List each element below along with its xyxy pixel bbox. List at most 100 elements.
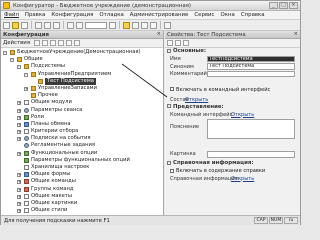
tree-item[interactable]: - Общие xyxy=(1,56,163,63)
help-icon[interactable] xyxy=(183,40,189,46)
expand-icon[interactable]: + xyxy=(17,187,21,192)
tree-item[interactable]: + Подписки на события xyxy=(1,135,163,142)
help-include-checkbox[interactable] xyxy=(170,168,174,173)
tree-item[interactable]: + Планы обмена xyxy=(1,121,163,128)
copy-icon[interactable] xyxy=(44,21,51,29)
menu-debug[interactable]: Отладка xyxy=(96,12,126,18)
help-open-link[interactable]: Открыть xyxy=(231,176,254,182)
tree-item[interactable]: Тест Подсистема xyxy=(1,78,163,85)
close-icon[interactable]: × xyxy=(156,31,161,37)
explanation-field[interactable] xyxy=(207,119,295,139)
menu-administration[interactable]: Администрирование xyxy=(127,12,192,18)
tree-item[interactable]: Хранилища настроек xyxy=(1,164,163,171)
collapse-icon[interactable]: - xyxy=(10,58,14,63)
expand-icon[interactable]: + xyxy=(17,180,21,185)
tree-item[interactable]: Регламентные задания xyxy=(1,142,163,149)
menu-file[interactable]: Файл xyxy=(1,12,22,18)
collapse-icon[interactable]: - xyxy=(24,72,28,77)
expand-icon[interactable]: + xyxy=(17,137,21,142)
expand-icon[interactable]: + xyxy=(17,194,21,199)
tree-item[interactable]: + Общие картинки xyxy=(1,200,163,207)
menu-configuration[interactable]: Конфигурация xyxy=(48,12,96,18)
tree-item[interactable]: + Параметры сеанса xyxy=(1,107,163,114)
expand-icon[interactable]: + xyxy=(17,122,21,127)
section-view[interactable]: Представление: xyxy=(165,104,300,111)
help-icon[interactable] xyxy=(164,21,171,29)
config-icon[interactable] xyxy=(123,21,130,29)
cmd-interface-open-link[interactable]: Открыть xyxy=(231,112,254,118)
tree-item-label: Общие модули xyxy=(31,99,72,106)
collapse-icon[interactable] xyxy=(167,160,171,165)
delete-icon[interactable] xyxy=(50,40,57,46)
prop-name-row: Имя ТестПодсистема xyxy=(165,55,300,63)
move-down-icon[interactable] xyxy=(66,40,73,46)
update-icon[interactable] xyxy=(132,21,139,29)
save-icon[interactable] xyxy=(21,21,28,29)
expand-icon[interactable]: + xyxy=(17,151,21,156)
tree-item[interactable]: + Общие команды xyxy=(1,178,163,185)
close-icon[interactable]: × xyxy=(293,31,298,37)
expand-icon[interactable]: + xyxy=(24,86,28,91)
tree-item[interactable]: + Общие формы xyxy=(1,171,163,178)
search-select[interactable] xyxy=(85,21,107,29)
tree-item[interactable]: + УправлениеЗапасами xyxy=(1,85,163,92)
tree-item[interactable]: - УправлениеПредприятием xyxy=(1,71,163,78)
prop-synonym-field[interactable]: Тест Подсистема xyxy=(207,63,295,70)
expand-icon[interactable]: + xyxy=(17,101,21,106)
actions-menu[interactable]: Действия xyxy=(3,40,30,46)
menu-edit[interactable]: Правка xyxy=(22,12,49,18)
tree-item[interactable]: - БюджетноеУчреждение(Демонстрационная) xyxy=(1,49,163,56)
tree-item[interactable]: + Общие модули xyxy=(1,99,163,106)
move-up-icon[interactable] xyxy=(58,40,65,46)
menu-bar: Файл Правка Конфигурация Отладка Админис… xyxy=(1,11,300,20)
sort-icon[interactable] xyxy=(167,40,173,46)
section-main[interactable]: Основные: xyxy=(165,48,300,55)
cut-icon[interactable] xyxy=(35,21,42,29)
debug-icon[interactable] xyxy=(150,21,157,29)
close-icon[interactable]: × xyxy=(289,2,298,9)
section-help[interactable]: Справочная информация: xyxy=(165,160,300,167)
edit-icon[interactable] xyxy=(42,40,49,46)
collapse-icon[interactable]: - xyxy=(3,51,7,55)
collapse-icon[interactable] xyxy=(167,48,171,53)
prop-comment-field[interactable] xyxy=(207,70,295,77)
open-icon[interactable] xyxy=(12,21,19,29)
tree-item[interactable]: + Функциональные опции xyxy=(1,150,163,157)
sort-icon[interactable] xyxy=(74,40,81,46)
menu-service[interactable]: Сервис xyxy=(191,12,217,18)
tree-item[interactable]: + Роли xyxy=(1,114,163,121)
expand-icon[interactable]: + xyxy=(17,209,21,214)
paste-icon[interactable] xyxy=(53,21,60,29)
expand-icon[interactable]: + xyxy=(17,130,21,135)
tree-item[interactable]: Прочее xyxy=(1,92,163,99)
expand-icon[interactable]: + xyxy=(17,115,21,120)
minimize-icon[interactable]: _ xyxy=(269,2,278,9)
tree-item[interactable]: Параметры функциональных опций xyxy=(1,157,163,164)
categories-icon[interactable] xyxy=(175,40,181,46)
undo-icon[interactable] xyxy=(67,21,74,29)
prop-name-field[interactable]: ТестПодсистема xyxy=(207,55,295,62)
tree-item[interactable]: + Общие макеты xyxy=(1,193,163,200)
content-open-link[interactable]: Открыть xyxy=(185,97,208,103)
tree-item[interactable]: + Критерии отбора xyxy=(1,128,163,135)
tree-item-label: Подписки на события xyxy=(31,135,91,142)
expand-icon[interactable]: + xyxy=(17,173,21,178)
tree-item[interactable]: - Подсистемы xyxy=(1,63,163,70)
add-icon[interactable] xyxy=(34,40,41,46)
maximize-icon[interactable]: □ xyxy=(279,2,288,9)
run-icon[interactable] xyxy=(141,21,148,29)
find-icon[interactable] xyxy=(109,21,116,29)
menu-windows[interactable]: Окна xyxy=(218,12,238,18)
tree-item[interactable]: + Группы команд xyxy=(1,186,163,193)
collapse-icon[interactable] xyxy=(167,104,171,108)
expand-icon[interactable]: + xyxy=(17,201,21,206)
expand-icon[interactable]: + xyxy=(17,108,21,113)
include-checkbox[interactable] xyxy=(170,87,174,91)
menu-help[interactable]: Справка xyxy=(238,12,268,18)
gear-icon xyxy=(24,136,29,142)
redo-icon[interactable] xyxy=(76,21,83,29)
picture-field[interactable] xyxy=(207,151,295,158)
new-icon[interactable] xyxy=(3,21,10,29)
collapse-icon[interactable]: - xyxy=(17,65,21,70)
tree-item[interactable]: + Общие стили xyxy=(1,207,163,214)
